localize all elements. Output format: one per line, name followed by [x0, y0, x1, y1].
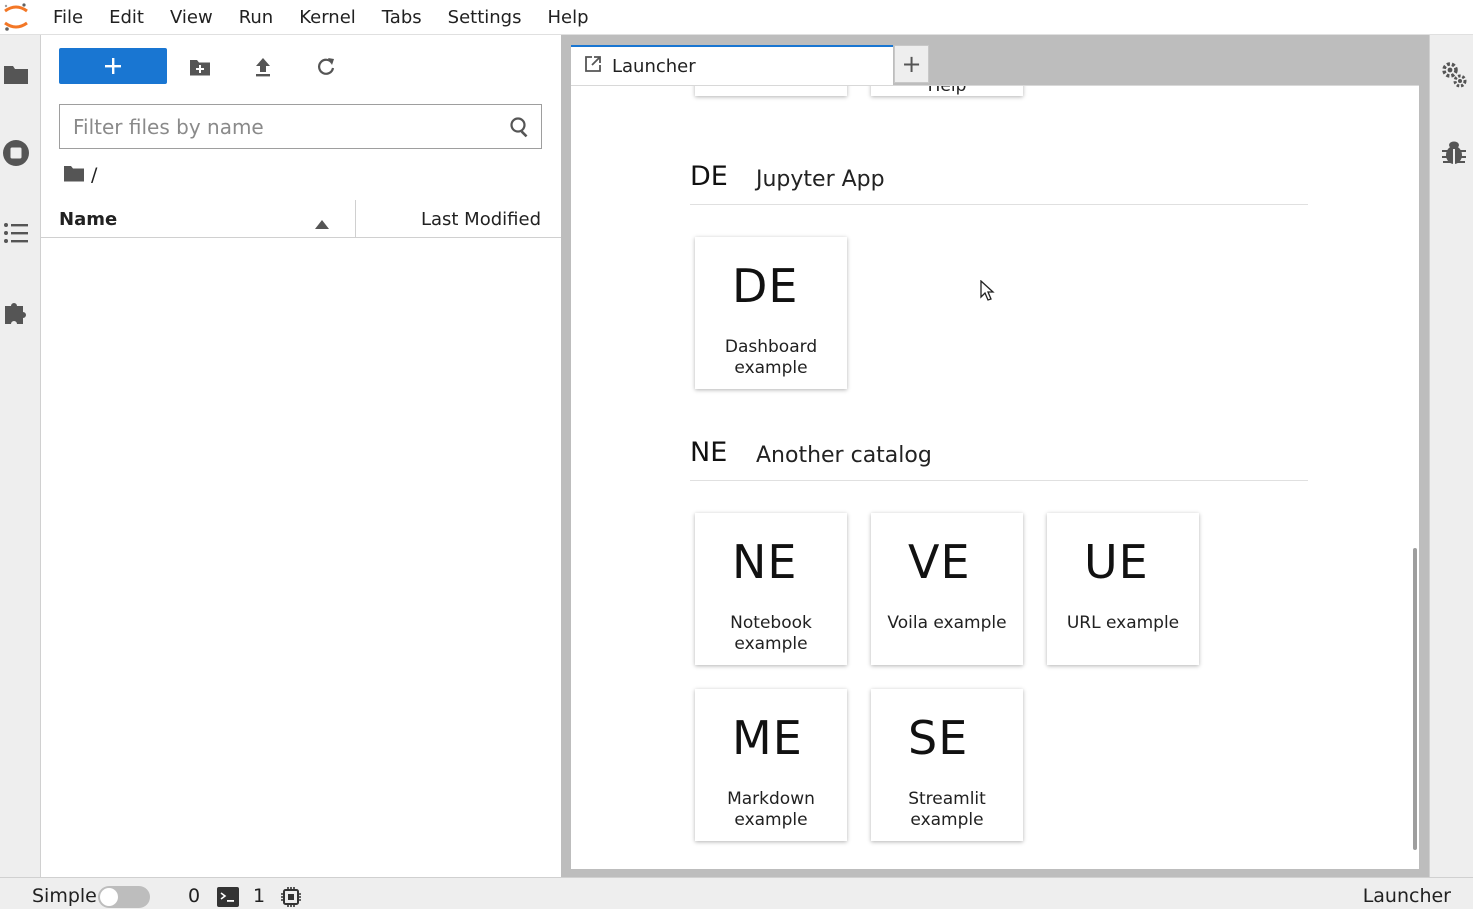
menu-settings[interactable]: Settings	[435, 0, 535, 35]
tab-bar: Launcher +	[571, 45, 1419, 85]
menu-kernel[interactable]: Kernel	[286, 0, 369, 35]
card-abbr: NE	[732, 535, 798, 589]
jupyter-logo-icon	[2, 2, 30, 32]
plus-icon	[105, 58, 121, 74]
breadcrumb: /	[63, 163, 97, 187]
card-label: Markdown example	[727, 789, 815, 830]
card-label: Streamlit example	[908, 789, 986, 830]
kernels-count[interactable]: 0	[188, 885, 200, 907]
launcher-card-streamlit[interactable]: SE Streamlit example	[871, 689, 1023, 841]
column-divider[interactable]	[355, 200, 356, 238]
tab-launcher[interactable]: Launcher	[571, 45, 893, 85]
launcher-card-notebook[interactable]: NE Notebook example	[695, 513, 847, 665]
mouse-cursor-icon	[980, 279, 996, 306]
column-last-modified-header[interactable]: Last Modified	[421, 209, 541, 230]
card-abbr: DE	[732, 259, 799, 313]
menu-help[interactable]: Help	[534, 0, 601, 35]
extension-puzzle-icon[interactable]	[2, 298, 30, 326]
menu-tabs[interactable]: Tabs	[369, 0, 435, 35]
upload-icon	[256, 58, 270, 77]
launcher-card-partial-help[interactable]: Help	[871, 85, 1023, 96]
toc-list-icon[interactable]	[2, 219, 30, 247]
new-launcher-button[interactable]	[59, 48, 167, 84]
card-abbr: SE	[908, 711, 969, 765]
sort-ascending-icon[interactable]	[315, 214, 329, 233]
left-sidebar	[0, 35, 41, 877]
section-abbr: DE	[690, 161, 728, 192]
simple-mode-label: Simple	[32, 885, 97, 907]
filter-files-field[interactable]	[59, 104, 542, 149]
card-label: Voila example	[887, 613, 1007, 633]
toggle-knob	[100, 888, 118, 906]
folder-icon[interactable]	[2, 60, 30, 88]
column-name-header[interactable]: Name	[59, 209, 117, 230]
file-list-header: Name Last Modified	[41, 200, 561, 238]
breadcrumb-folder-icon[interactable]	[63, 164, 85, 187]
property-inspector-gears-icon[interactable]	[1440, 60, 1468, 94]
refresh-icon	[318, 58, 335, 75]
card-abbr: ME	[732, 711, 803, 765]
card-abbr: VE	[908, 535, 971, 589]
launcher-section-header: NE Another catalog	[690, 437, 1308, 481]
launcher-tab-icon	[584, 55, 602, 78]
add-tab-button[interactable]: +	[894, 45, 929, 83]
launcher-card-voila[interactable]: VE Voila example	[871, 513, 1023, 665]
card-abbr: UE	[1084, 535, 1149, 589]
running-stop-icon[interactable]	[2, 139, 30, 167]
debugger-bug-icon[interactable]	[1441, 139, 1467, 171]
menu-view[interactable]: View	[157, 0, 226, 35]
tab-launcher-label: Launcher	[612, 55, 696, 77]
card-label: URL example	[1066, 613, 1180, 633]
new-folder-button[interactable]	[186, 53, 214, 81]
launcher-scrollbar[interactable]	[1413, 548, 1417, 850]
section-title: Another catalog	[756, 443, 932, 468]
status-current-activity: Launcher	[1362, 885, 1451, 907]
right-sidebar	[1429, 35, 1473, 877]
section-abbr: NE	[690, 437, 728, 468]
menu-run[interactable]: Run	[226, 0, 287, 35]
launcher-card-dashboard[interactable]: DE Dashboard example	[695, 237, 847, 389]
filter-files-input[interactable]	[73, 114, 493, 139]
menu-edit[interactable]: Edit	[96, 0, 157, 35]
menu-bar: File Edit View Run Kernel Tabs Settings …	[0, 0, 1473, 35]
launcher-section-header: DE Jupyter App	[690, 161, 1308, 205]
launcher-panel: Help DE Jupyter App DE Dashboard example…	[571, 85, 1419, 869]
upload-button[interactable]	[249, 53, 277, 81]
launcher-card-partial[interactable]	[695, 86, 847, 96]
breadcrumb-path[interactable]: /	[91, 164, 97, 186]
simple-mode-toggle[interactable]	[98, 886, 150, 908]
card-label: Dashboard example	[724, 337, 818, 378]
file-list	[41, 238, 561, 877]
refresh-button[interactable]	[312, 53, 340, 81]
section-title: Jupyter App	[756, 167, 885, 192]
search-icon[interactable]	[509, 116, 531, 142]
menu-file[interactable]: File	[40, 0, 96, 35]
partial-card-label: Help	[927, 85, 967, 96]
terminals-count[interactable]: 1	[253, 885, 265, 907]
status-bar: Simple 0 1 Launcher	[0, 877, 1473, 909]
file-browser: / Name Last Modified	[41, 35, 561, 877]
card-label: Notebook example	[730, 613, 812, 654]
new-folder-icon	[190, 60, 210, 76]
launcher-card-markdown[interactable]: ME Markdown example	[695, 689, 847, 841]
terminal-icon[interactable]	[217, 887, 239, 912]
launcher-card-url[interactable]: UE URL example	[1047, 513, 1199, 665]
